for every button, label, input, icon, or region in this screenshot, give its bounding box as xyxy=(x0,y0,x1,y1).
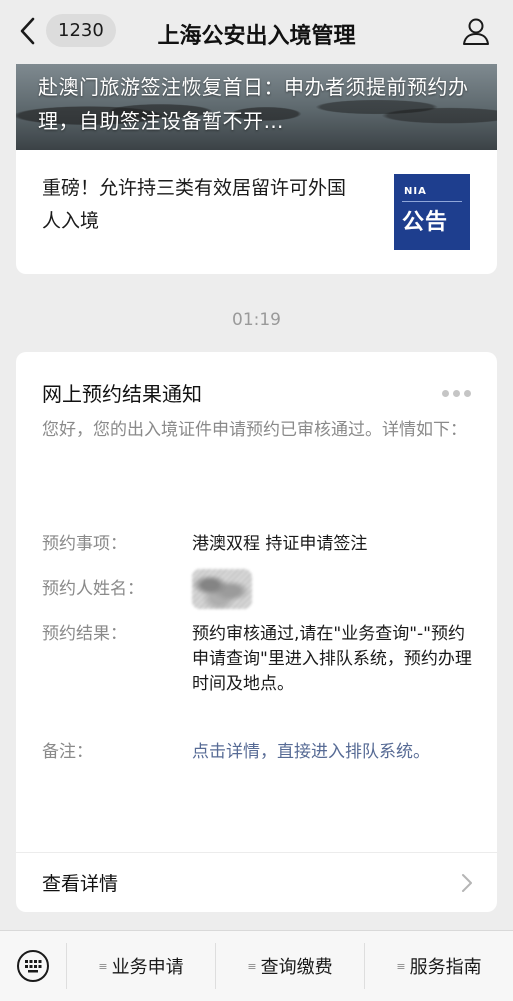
page-title: 上海公安出入境管理 xyxy=(157,24,356,49)
chevron-right-icon xyxy=(462,874,472,892)
top-nav-bar: 1230 上海公安出入境管理 xyxy=(0,0,513,64)
row-value: 预约审核通过,请在"业务查询"-"预约申请查询"里进入排队系统，预约办理时间及地… xyxy=(192,624,472,694)
more-options-icon[interactable] xyxy=(442,390,471,397)
template-message-card[interactable]: 网上预约结果通知 您好，您的出入境证件申请预约已审核通过。详情如下： 预约事项：… xyxy=(16,352,497,912)
article-list-item[interactable]: 重磅！允许持三类有效居留许可外国人入境 NIA 公告 xyxy=(16,150,497,274)
article-card: 赴澳门旅游签注恢复首日：申办者须提前预约办理，自助签注设备暂不开… 重磅！允许持… xyxy=(16,64,497,274)
nia-announcement-thumbnail: NIA 公告 xyxy=(394,174,470,250)
row-label: 预约人姓名： xyxy=(42,579,144,599)
menu-lines-icon: ≡ xyxy=(98,959,108,973)
menu-lines-icon: ≡ xyxy=(396,959,406,973)
menu-label: 业务申请 xyxy=(111,957,184,978)
menu-lines-icon: ≡ xyxy=(247,959,257,973)
menu-service-guide[interactable]: ≡ 服务指南 xyxy=(365,931,513,1001)
row-label: 预约结果： xyxy=(42,624,127,644)
queue-system-link[interactable]: 点击详情，直接进入排队系统。 xyxy=(192,740,472,765)
headline-article-title: 赴澳门旅游签注恢复首日：申办者须提前预约办理，自助签注设备暂不开… xyxy=(38,75,469,133)
redacted-name xyxy=(192,569,252,609)
view-details-button[interactable]: 查看详情 xyxy=(16,853,497,912)
user-icon[interactable] xyxy=(461,16,491,46)
view-details-label: 查看详情 xyxy=(42,873,119,895)
article-title: 重磅！允许持三类有效居留许可外国人入境 xyxy=(42,177,347,232)
thumbnail-announcement-label: 公告 xyxy=(402,210,449,235)
thumbnail-nia-label: NIA xyxy=(404,186,427,197)
notice-title: 网上预约结果通知 xyxy=(42,382,202,406)
bottom-menu-bar: ≡ 业务申请 ≡ 查询缴费 ≡ 服务指南 xyxy=(0,930,513,1001)
headline-article[interactable]: 赴澳门旅游签注恢复首日：申办者须提前预约办理，自助签注设备暂不开… xyxy=(16,64,497,150)
row-label: 备注： xyxy=(42,742,93,762)
menu-label: 服务指南 xyxy=(409,957,482,978)
menu-query-payment[interactable]: ≡ 查询缴费 xyxy=(216,931,364,1001)
row-label: 预约事项： xyxy=(42,534,127,554)
thumbnail-divider xyxy=(402,201,462,202)
notice-greeting: 您好，您的出入境证件申请预约已审核通过。详情如下： xyxy=(42,420,467,440)
menu-label: 查询缴费 xyxy=(260,957,333,978)
menu-business-apply[interactable]: ≡ 业务申请 xyxy=(67,931,215,1001)
keyboard-icon[interactable] xyxy=(16,949,50,983)
row-value: 港澳双程 持证申请签注 xyxy=(192,534,368,554)
message-timestamp: 01:19 xyxy=(232,310,281,330)
